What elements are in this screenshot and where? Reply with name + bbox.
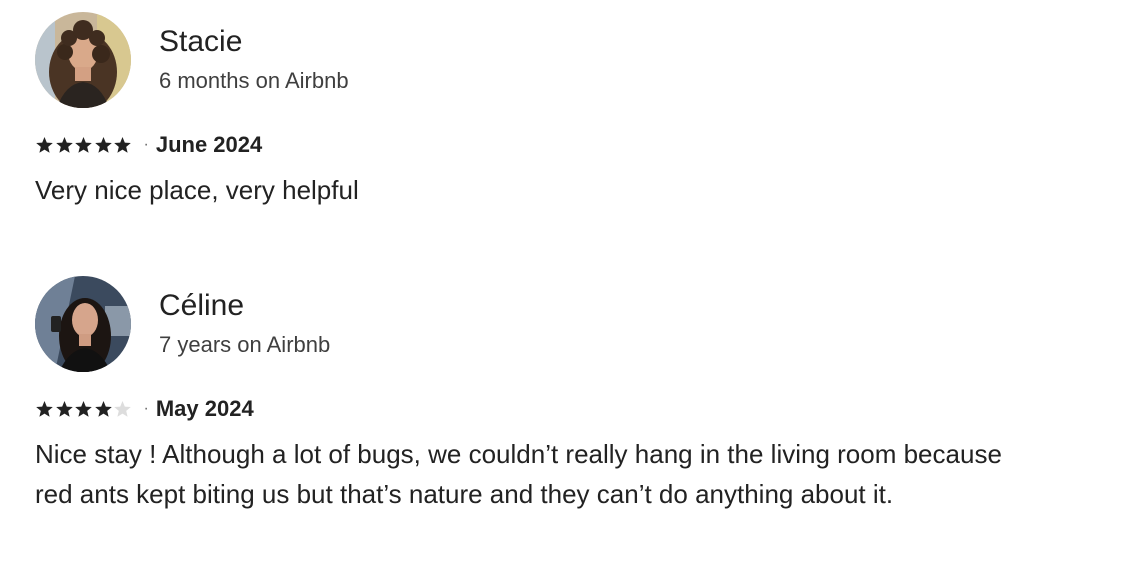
star-icon [55,136,74,154]
review-date: June 2024 [155,132,263,157]
review-text: Very nice place, very helpful [35,175,359,205]
star-icon [35,400,54,418]
star-icon [74,400,93,418]
review-card: Céline 7 years on Airbnb · May 2024 Nice… [35,276,1035,514]
avatar[interactable] [35,276,131,372]
separator-dot: · [143,136,149,153]
reviewer-header: Stacie 6 months on Airbnb [35,12,1035,108]
star-rating [35,136,133,154]
review-text: Nice stay ! Although a lot of bugs, we c… [35,439,1002,509]
separator-dot: · [143,400,149,417]
star-icon [113,136,132,154]
reviewer-info: Stacie 6 months on Airbnb [159,24,349,96]
star-icon [35,136,54,154]
review-date: May 2024 [155,396,254,421]
star-icon [74,136,93,154]
reviewer-header: Céline 7 years on Airbnb [35,276,1035,372]
star-icon [94,136,113,154]
reviewer-info: Céline 7 years on Airbnb [159,288,330,360]
star-icon [113,400,132,418]
star-rating [35,400,133,418]
reviewer-tenure: 6 months on Airbnb [159,68,349,93]
star-icon [94,400,113,418]
rating-row: · May 2024 [35,396,1035,422]
rating-row: · June 2024 [35,132,1035,158]
reviewer-name[interactable]: Céline [159,288,330,324]
reviews-page: Stacie 6 months on Airbnb · June 2024 Ve… [0,0,1130,563]
avatar[interactable] [35,12,131,108]
reviewer-tenure: 7 years on Airbnb [159,332,331,357]
star-icon [55,400,74,418]
review-card: Stacie 6 months on Airbnb · June 2024 Ve… [35,12,1035,210]
reviewer-name[interactable]: Stacie [159,24,349,60]
